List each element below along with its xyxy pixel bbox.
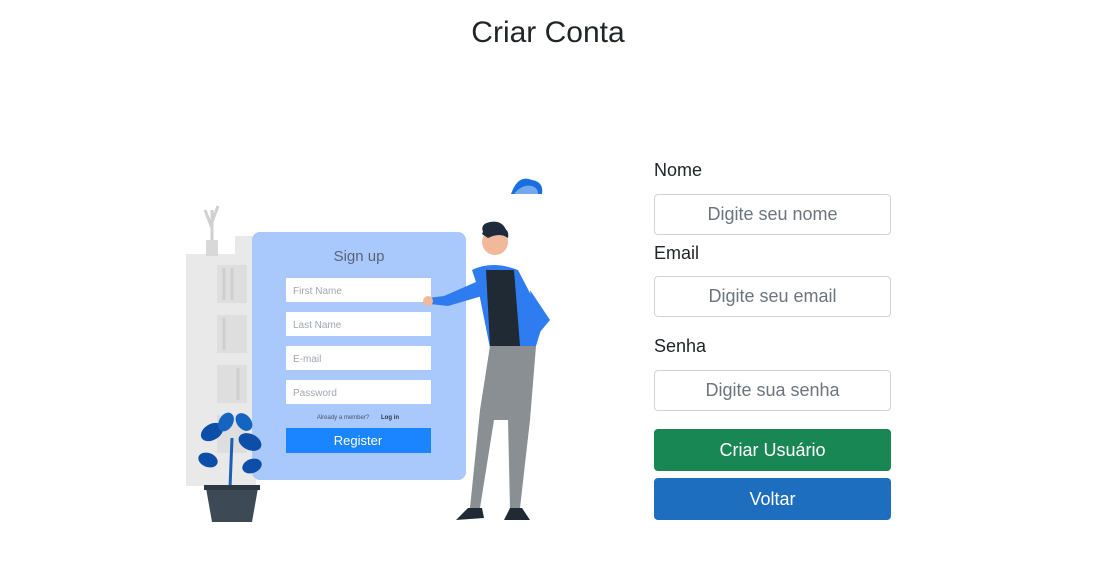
back-button[interactable]: Voltar (654, 478, 891, 520)
vase-graphic (203, 205, 220, 256)
create-user-button[interactable]: Criar Usuário (654, 429, 891, 471)
create-account-form: Nome Email Senha Criar Usuário Voltar (654, 158, 891, 520)
illustration-field-label: E-mail (293, 354, 321, 365)
signup-illustration: Sign up First Name Last Name E-mail Passwor… (186, 178, 550, 522)
password-label: Senha (654, 336, 707, 356)
cloud-graphic (511, 178, 543, 194)
signup-card-graphic: Sign up First Name Last Name E-mail Passwor… (252, 232, 466, 480)
name-input[interactable] (654, 194, 891, 235)
illustration-field-label: Password (293, 388, 337, 399)
password-input[interactable] (654, 370, 891, 411)
illustration-field-label: Last Name (293, 320, 342, 331)
illustration-login-link: Log in (381, 415, 399, 421)
illustration-card-title: Sign up (334, 248, 385, 265)
email-label: Email (654, 243, 700, 263)
illustration-register-button: Register (334, 433, 383, 448)
name-label: Nome (654, 160, 703, 180)
page-title: Criar Conta (471, 16, 625, 49)
email-input[interactable] (654, 276, 891, 317)
illustration-field-label: First Name (293, 286, 342, 297)
illustration-member-text: Already a member? (317, 415, 370, 421)
